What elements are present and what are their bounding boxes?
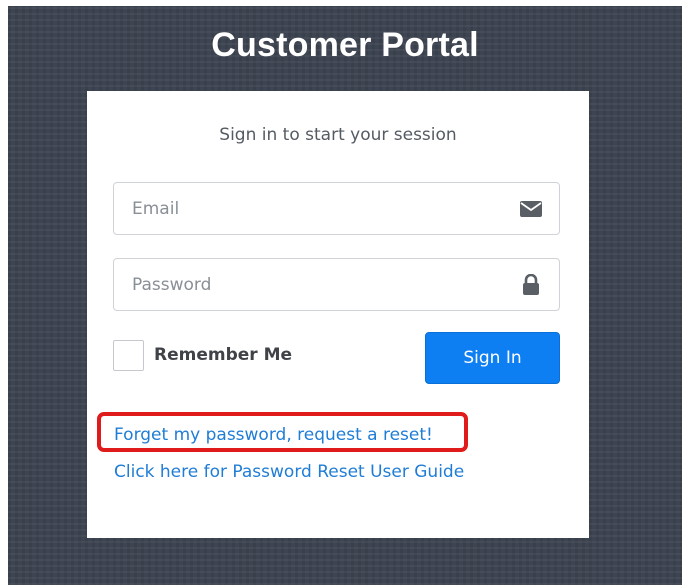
login-box: Sign in to start your session Remembe [87,91,589,538]
remember-me: Remember Me [113,339,292,371]
email-field [113,182,560,235]
remember-me-checkbox[interactable] [113,339,144,371]
password-input[interactable] [114,259,559,310]
password-field [113,258,560,311]
email-input[interactable] [114,183,559,234]
reset-guide-link[interactable]: Click here for Password Reset User Guide [114,462,464,482]
remember-me-label[interactable]: Remember Me [154,345,292,365]
screenshot-frame: Customer Portal Sign in to start your se… [0,0,682,585]
page-title: Customer Portal [211,26,479,64]
envelope-icon [520,198,542,220]
forgot-password-link[interactable]: Forget my password, request a reset! [114,425,433,445]
sign-in-button[interactable]: Sign In [425,332,560,384]
lock-icon [520,273,542,296]
login-subtitle: Sign in to start your session [219,125,457,145]
